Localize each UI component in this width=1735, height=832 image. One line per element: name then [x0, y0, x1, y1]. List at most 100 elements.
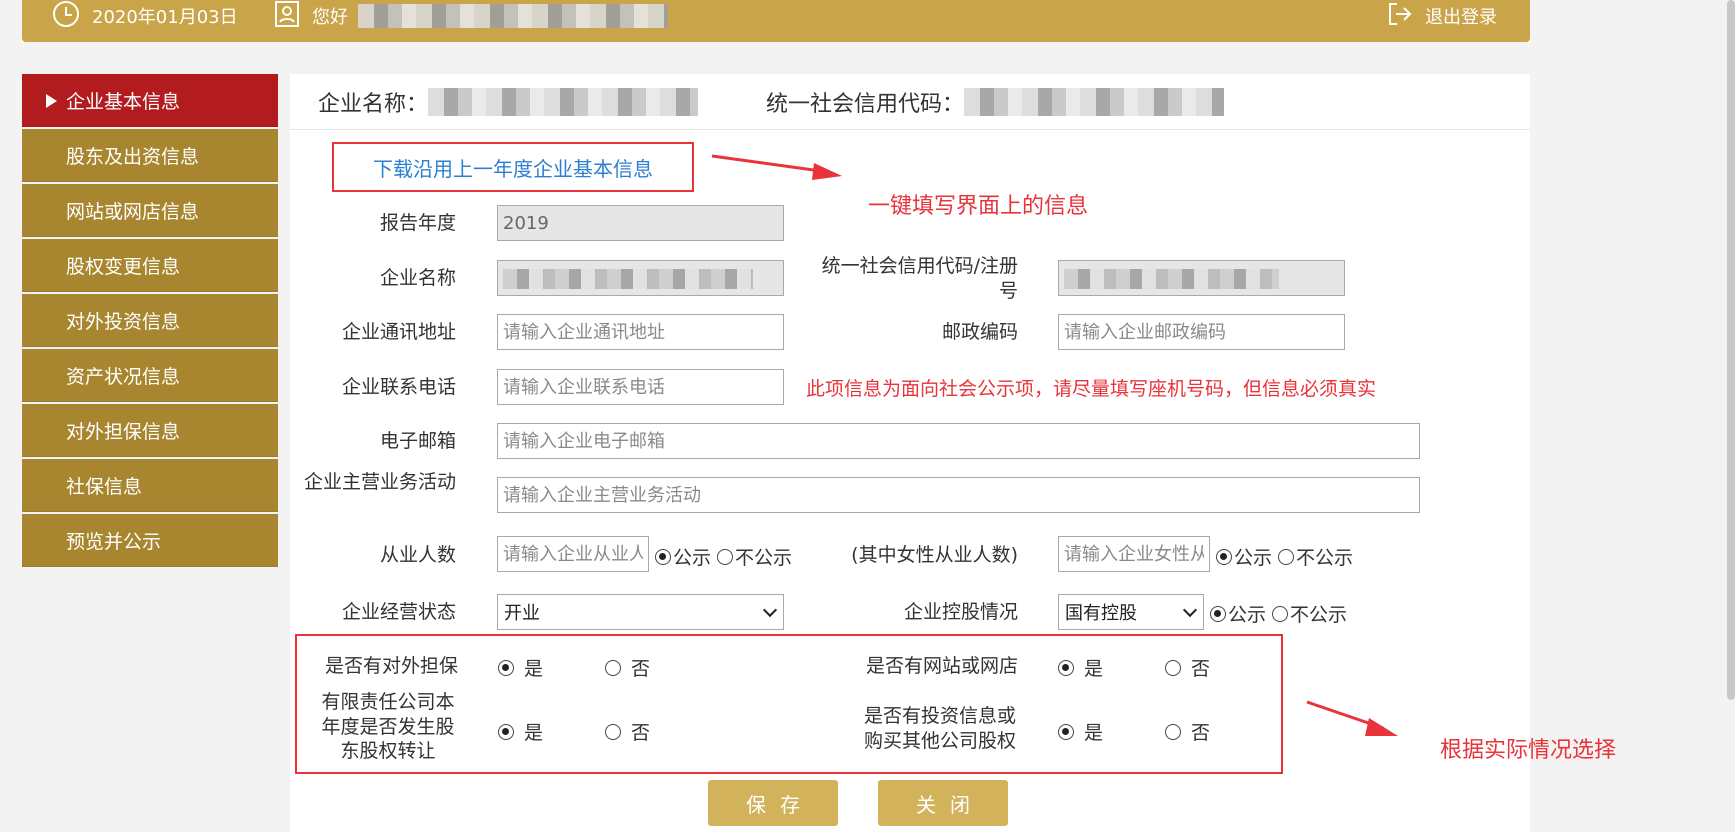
user-card-icon [274, 0, 300, 33]
date-text: 2020年01月03日 [92, 7, 238, 28]
date-display: 2020年01月03日 [52, 0, 238, 32]
business-label: 企业主营业务活动 [303, 471, 456, 493]
invest-radio-group: 是 否 [1058, 718, 1210, 745]
postcode-input[interactable] [1058, 314, 1345, 350]
sidebar-item-shareholders[interactable]: 股东及出资信息 [22, 129, 278, 182]
masked-credit-code-field [1064, 269, 1279, 289]
user-greeting: 您好 [274, 0, 668, 32]
report-year-field[interactable] [497, 205, 784, 241]
female-public-radio-group: 公示 不公示 [1216, 543, 1353, 570]
radio-label: 公示 [1228, 604, 1267, 626]
sidebar-item-label: 对外投资信息 [66, 311, 181, 333]
radio-label: 否 [631, 722, 651, 744]
logout-icon [1387, 1, 1413, 32]
transfer-yes-radio[interactable] [498, 723, 514, 740]
masked-username [358, 4, 668, 28]
holding-label: 企业控股情况 [903, 601, 1018, 623]
radio-label: 不公示 [735, 547, 793, 569]
phone-input[interactable] [497, 369, 784, 405]
sidebar-item-social-security[interactable]: 社保信息 [22, 459, 278, 512]
logout-button[interactable]: 退出登录 [1387, 0, 1497, 32]
company-name-field[interactable] [497, 260, 784, 296]
logout-text: 退出登录 [1425, 7, 1497, 28]
employees-input[interactable] [497, 536, 649, 572]
sidebar-item-label: 对外担保信息 [66, 421, 181, 443]
female-not-public-radio[interactable] [1278, 548, 1295, 565]
sidebar-item-label: 股东及出资信息 [66, 146, 200, 168]
employees-not-public-radio[interactable] [717, 548, 734, 565]
holding-selected-value: 国有控股 [1065, 603, 1137, 624]
radio-label: 是 [524, 722, 544, 744]
company-name-label: 企业名称 [379, 267, 456, 289]
sidebar-item-basic-info[interactable]: 企业基本信息 [22, 74, 278, 127]
sidebar-item-website[interactable]: 网站或网店信息 [22, 184, 278, 237]
invest-yes-radio[interactable] [1058, 723, 1074, 740]
guarantee-yes-radio[interactable] [498, 659, 514, 676]
sidebar-item-label: 股权变更信息 [66, 256, 181, 278]
employees-public-radio[interactable] [655, 548, 671, 565]
postcode-label: 邮政编码 [941, 321, 1018, 343]
close-button[interactable]: 关闭 [878, 780, 1008, 826]
sidebar-item-guarantee[interactable]: 对外担保信息 [22, 404, 278, 457]
save-button[interactable]: 保存 [708, 780, 838, 826]
annotation-arrow-icon [711, 154, 842, 180]
sidebar-item-label: 资产状况信息 [66, 366, 181, 388]
invest-no-radio[interactable] [1165, 723, 1182, 740]
email-label: 电子邮箱 [379, 430, 456, 452]
page-scrollbar[interactable] [1727, 0, 1735, 700]
guarantee-radio-group: 是 否 [498, 654, 650, 681]
download-link-text: 下载沿用上一年度企业基本信息 [373, 156, 653, 181]
clock-icon [52, 0, 80, 33]
radio-label: 不公示 [1296, 547, 1354, 569]
female-employees-input[interactable] [1058, 536, 1210, 572]
website-yes-radio[interactable] [1058, 659, 1074, 676]
sidebar-item-investment[interactable]: 对外投资信息 [22, 294, 278, 347]
employees-label: 从业人数 [379, 544, 456, 566]
radio-label: 不公示 [1290, 604, 1348, 626]
phone-label: 企业联系电话 [341, 376, 456, 398]
radio-label: 否 [1191, 658, 1211, 680]
radio-label: 否 [1191, 722, 1211, 744]
guarantee-no-radio[interactable] [605, 659, 622, 676]
sidebar-item-label: 社保信息 [66, 476, 143, 498]
masked-company-name-field [503, 269, 753, 289]
radio-label: 是 [1084, 658, 1104, 680]
masked-credit-code [964, 88, 1225, 116]
employees-public-radio-group: 公示 不公示 [655, 543, 792, 570]
top-bar: 2020年01月03日 您好 退出登录 [22, 0, 1530, 42]
sidebar-item-equity-change[interactable]: 股权变更信息 [22, 239, 278, 292]
holding-select[interactable]: 国有控股 [1058, 594, 1204, 630]
sidebar-item-preview[interactable]: 预览并公示 [22, 514, 278, 567]
transfer-radio-group: 是 否 [498, 718, 650, 745]
status-label: 企业经营状态 [341, 601, 456, 623]
sidebar: 企业基本信息 股东及出资信息 网站或网店信息 股权变更信息 对外投资信息 资产状… [22, 74, 278, 569]
female-public-radio[interactable] [1216, 548, 1232, 565]
email-input[interactable] [497, 423, 1420, 459]
greeting-text: 您好 [312, 7, 348, 28]
report-year-label: 报告年度 [379, 212, 456, 234]
radio-label: 公示 [673, 547, 712, 569]
credit-code-field[interactable] [1058, 260, 1345, 296]
holding-public-radio[interactable] [1210, 605, 1226, 622]
download-last-year-link[interactable]: 下载沿用上一年度企业基本信息 [332, 142, 694, 192]
credit-code-header: 统一社会信用代码： [766, 86, 1225, 118]
company-name-header-label: 企业名称： [318, 92, 429, 117]
transfer-no-radio[interactable] [605, 723, 622, 740]
address-input[interactable] [497, 314, 784, 350]
holding-not-public-radio[interactable] [1272, 605, 1289, 622]
status-select[interactable]: 开业 [497, 594, 784, 630]
credit-code-header-label: 统一社会信用代码： [766, 92, 965, 117]
guarantee-label: 是否有对外担保 [324, 655, 458, 677]
phone-notice: 此项信息为面向社会公示项，请尽量填写座机号码，但信息必须真实 [806, 378, 1377, 400]
business-input[interactable] [497, 477, 1420, 513]
chevron-down-icon [762, 602, 778, 618]
annotation-arrow-icon [1306, 700, 1398, 736]
scrollbar-thumb[interactable] [1727, 0, 1735, 700]
invest-label: 是否有投资信息或购买其他公司股权 [863, 705, 1016, 752]
website-radio-group: 是 否 [1058, 654, 1210, 681]
annotation-choose: 根据实际情况选择 [1440, 738, 1617, 763]
radio-label: 是 [1084, 722, 1104, 744]
radio-label: 公示 [1234, 547, 1273, 569]
website-no-radio[interactable] [1165, 659, 1182, 676]
sidebar-item-assets[interactable]: 资产状况信息 [22, 349, 278, 402]
